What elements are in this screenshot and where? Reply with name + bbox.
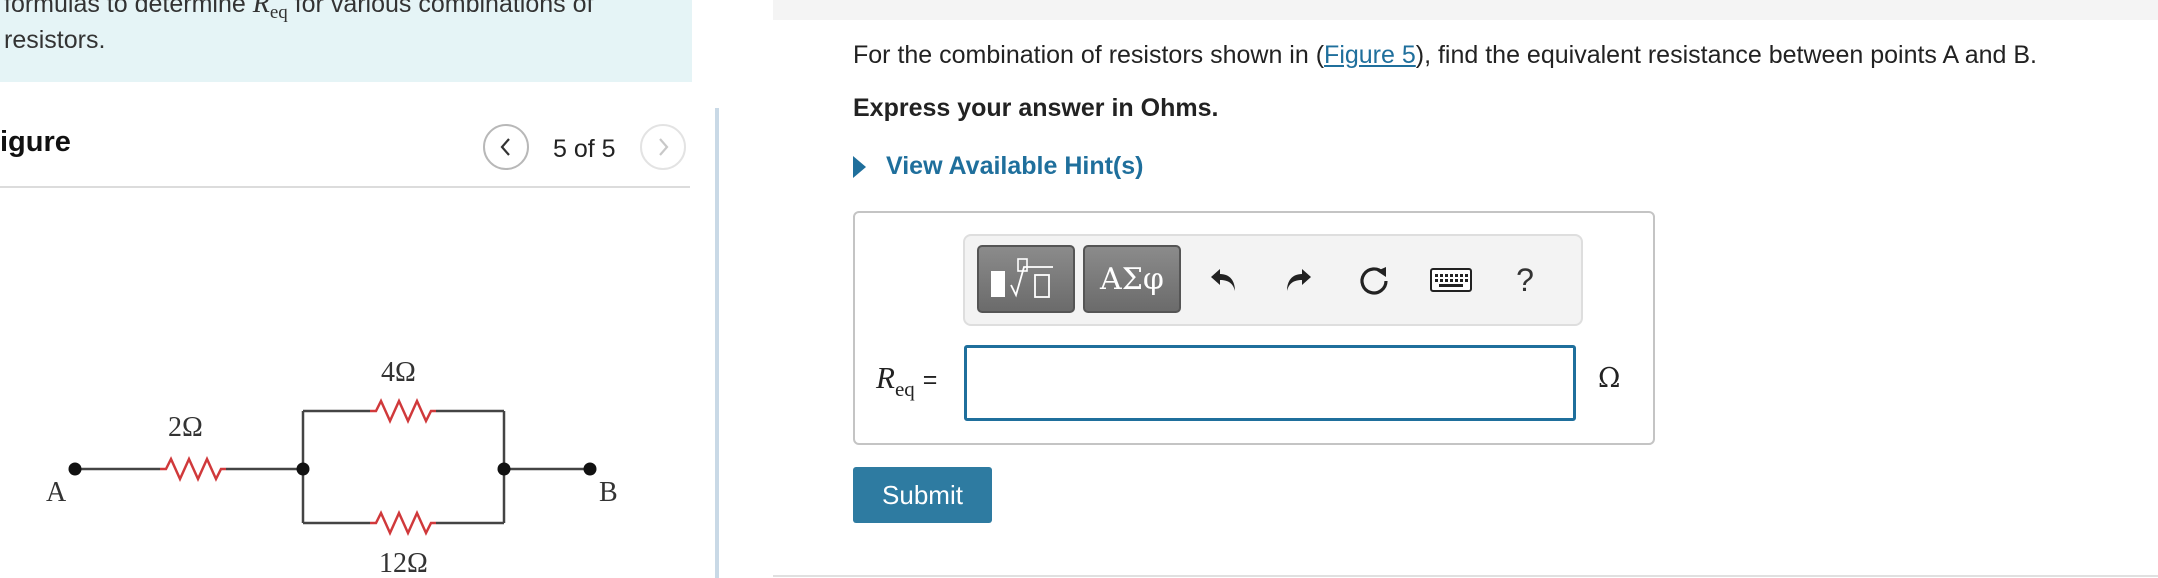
math-toolbar: ΑΣφ ? [963,234,1583,326]
keyboard-button[interactable] [1427,258,1475,302]
intro-line-1: formulas to determine Req for various co… [4,0,593,24]
unit-label: Ω [1598,363,1621,394]
top-strip [773,0,2158,20]
label-point-a: A [46,477,67,508]
answer-label-symbol: R [876,360,895,395]
figure-counter: 5 of 5 [553,135,616,163]
resistor-2-ohm [160,455,226,483]
junction-left [296,462,310,476]
view-hints-label: View Available Hint(s) [886,152,1144,180]
label-resistor-4: 4Ω [381,357,416,388]
resistor-4-ohm [370,397,436,425]
view-hints-toggle[interactable]: View Available Hint(s) [853,152,1143,181]
intro-text: formulas to determine [4,0,253,18]
reset-button[interactable] [1352,258,1396,302]
terminal-a [68,462,82,476]
undo-button[interactable] [1203,258,1247,302]
junction-right [497,462,511,476]
question-prefix: For the combination of resistors shown i… [853,41,1325,69]
req-letter: R [252,0,270,19]
templates-icon [991,258,1053,298]
question-suffix: ), find the equivalent resistance betwee… [1415,41,2038,69]
req-symbol: Req [252,0,288,23]
answer-label-subscript: eq [894,377,915,401]
redo-button[interactable] [1275,258,1319,302]
intro-box: formulas to determine Req for various co… [0,0,692,82]
previous-figure-button[interactable] [483,124,529,170]
label-point-b: B [599,477,618,508]
submit-button[interactable]: Submit [853,467,992,523]
undo-icon [1211,269,1235,291]
greek-symbols-button[interactable]: ΑΣφ [1083,245,1181,313]
figure-panel: formulas to determine Req for various co… [0,0,712,578]
question-text: For the combination of resistors shown i… [853,41,2037,70]
chevron-left-icon [500,138,510,156]
figure-5-link[interactable]: Figure 5 [1324,41,1416,69]
panel-splitter[interactable] [715,108,719,578]
redo-icon [1287,269,1311,291]
intro-text-end: for various combinations of [287,0,594,18]
answer-label-equals: = [922,366,938,394]
answer-label: Req = [876,360,937,402]
circuit-diagram: A B 2Ω 4Ω 12Ω [46,357,618,578]
req-subscript: eq [269,2,288,23]
figure-title: igure [0,126,71,158]
templates-button[interactable] [977,245,1075,313]
help-button[interactable]: ? [1503,258,1547,302]
resistor-12-ohm [370,509,436,537]
answer-instruction: Express your answer in Ohms. [853,94,1219,122]
bottom-divider [773,575,2158,577]
intro-line-2: resistors. [4,26,106,54]
label-resistor-2: 2Ω [168,412,203,443]
terminal-b [583,462,597,476]
answer-input[interactable] [964,345,1576,421]
caret-right-icon [853,155,866,178]
keyboard-icon [1430,268,1472,292]
circuit-wires [75,409,590,525]
reset-icon [1360,267,1388,295]
next-figure-button[interactable] [640,124,686,170]
chevron-right-icon [659,138,669,156]
figure-divider [0,186,690,188]
label-resistor-12: 12Ω [379,548,428,578]
